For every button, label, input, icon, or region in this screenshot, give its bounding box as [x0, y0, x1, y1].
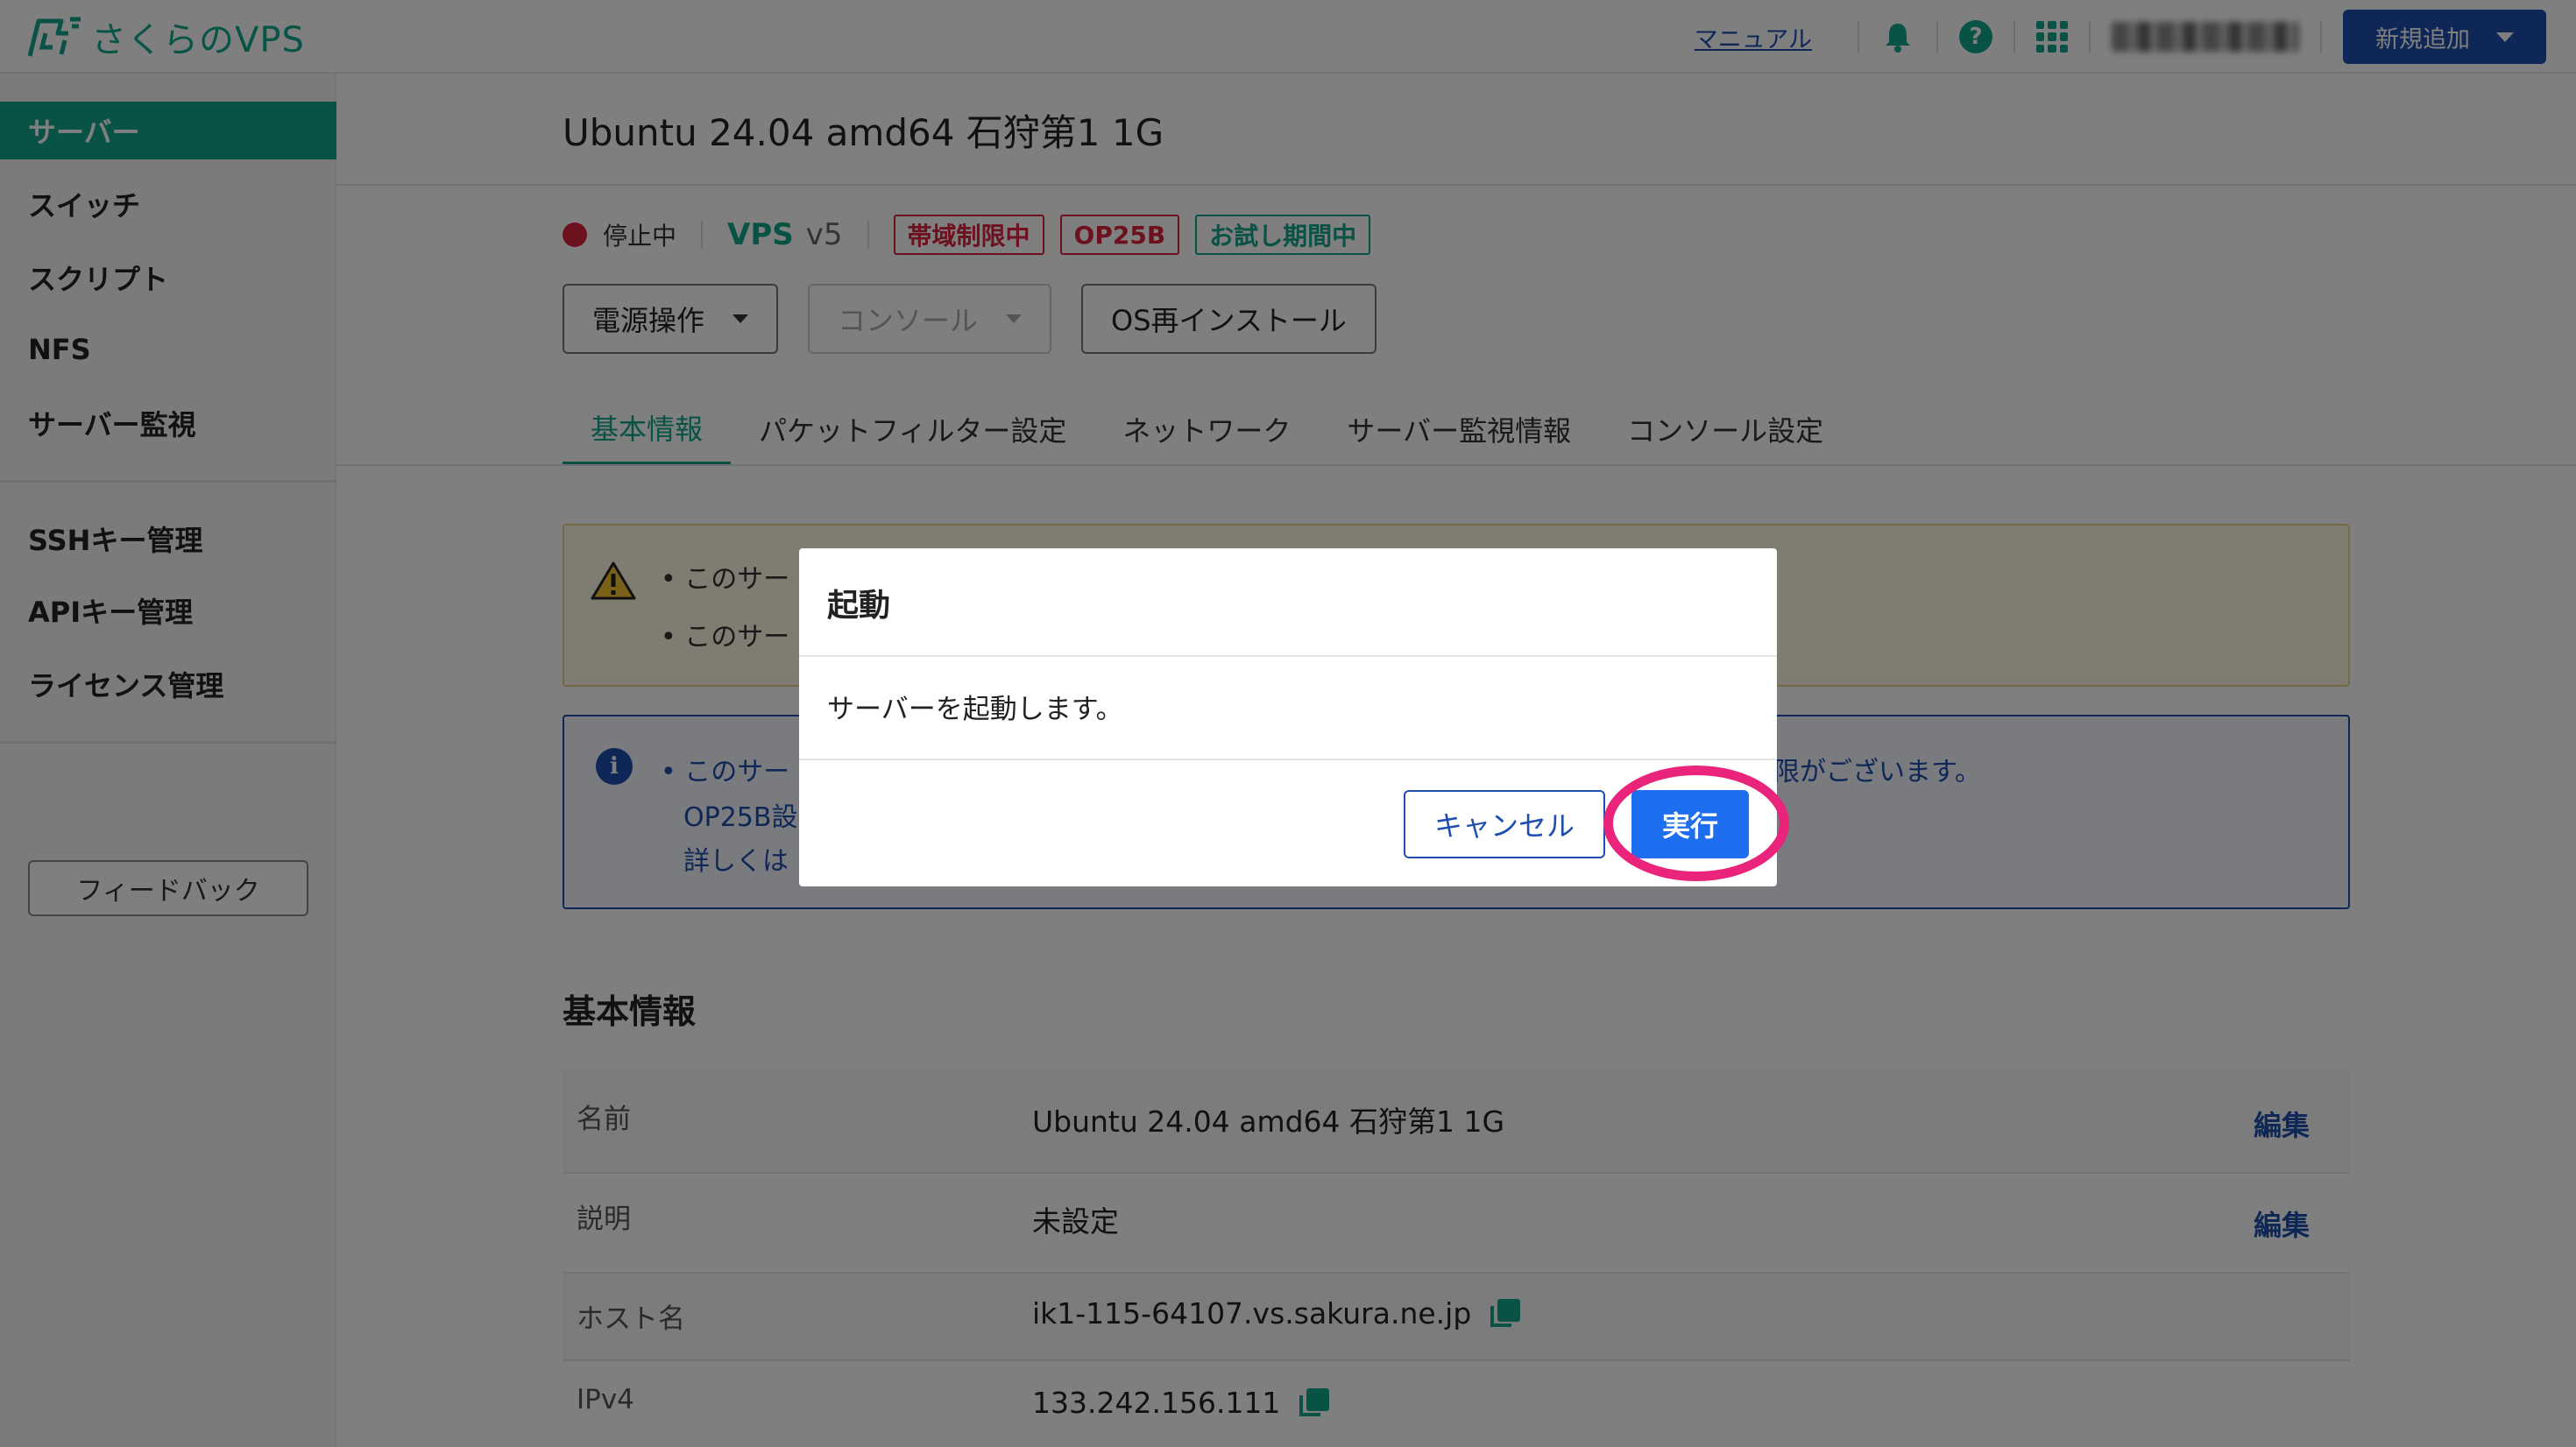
cancel-button[interactable]: キャンセル	[1404, 790, 1605, 858]
dialog-divider	[799, 655, 1777, 657]
highlight-annotation-circle	[1603, 766, 1789, 881]
dialog-message: サーバーを起動します。	[827, 694, 1123, 725]
dialog-divider	[799, 759, 1777, 760]
dialog-title: 起動	[827, 588, 891, 624]
